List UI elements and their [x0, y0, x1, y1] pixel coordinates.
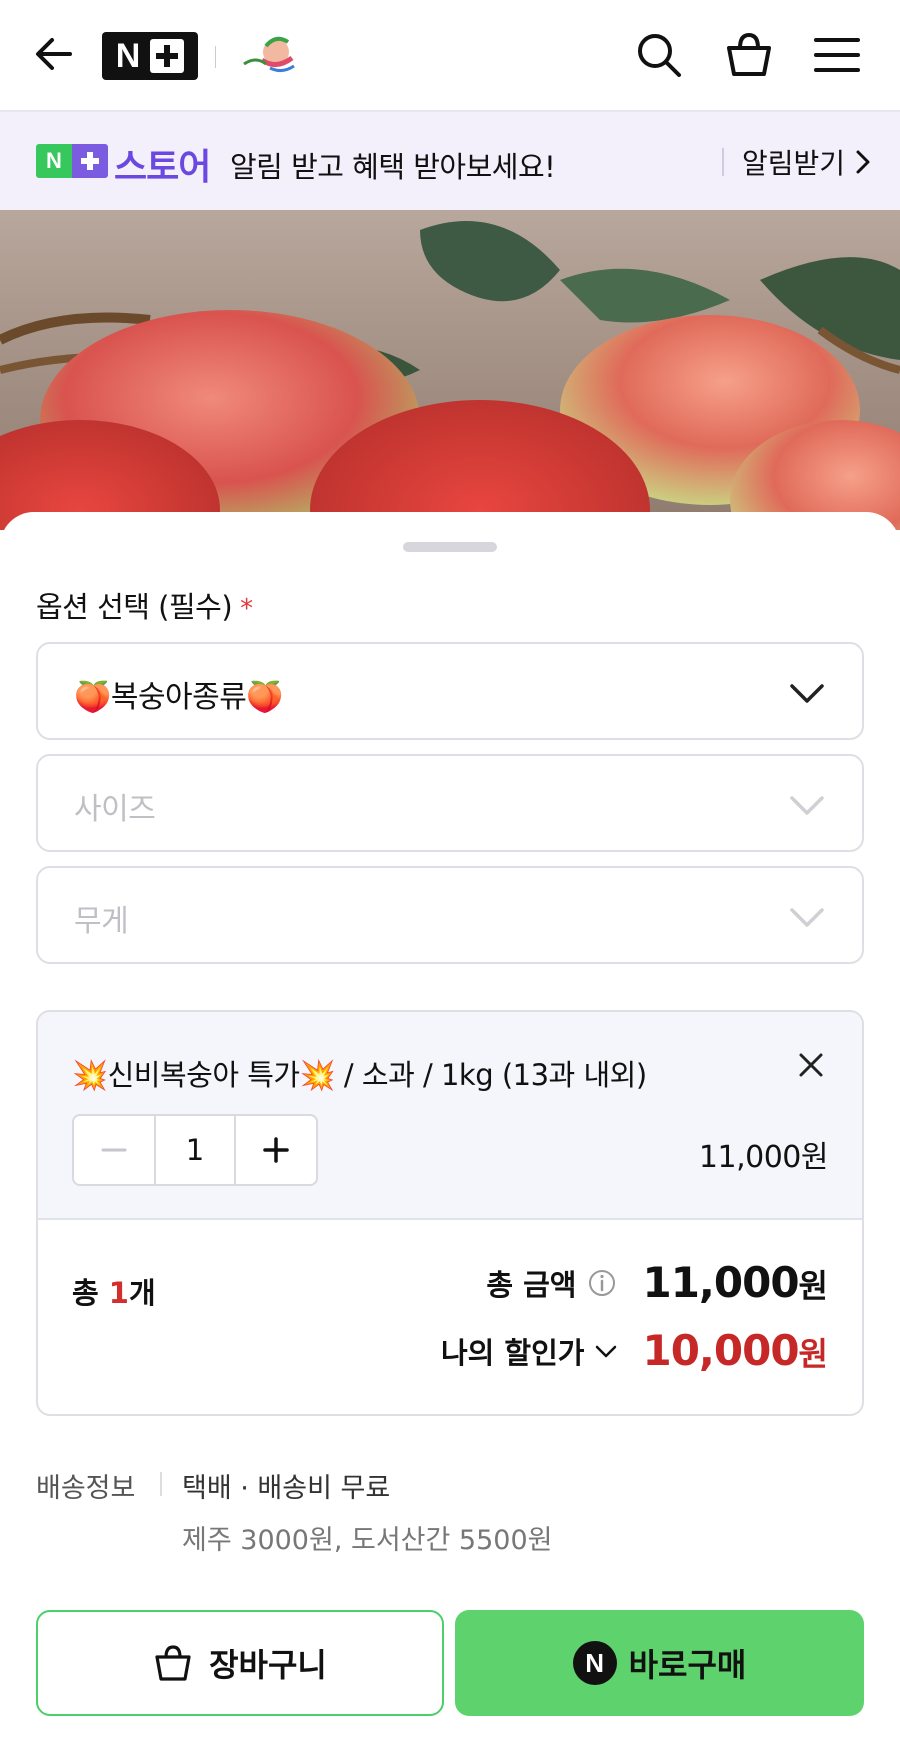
store-logo-icon[interactable]	[236, 34, 302, 78]
subscribe-alert-button[interactable]: 알림받기	[742, 142, 871, 182]
info-icon[interactable]	[588, 1269, 616, 1297]
selected-item-price: 11,000원	[698, 1140, 829, 1175]
required-mark: *	[240, 594, 253, 624]
menu-icon[interactable]	[812, 30, 862, 80]
notice-divider	[722, 148, 724, 176]
shipping-extra-fee: 제주 3000원, 도서산간 5500원	[182, 1525, 553, 1556]
selected-item-name: 💥신비복숭아 특가💥 / 소과 / 1kg (13과 내외)	[72, 1058, 647, 1092]
plus-icon	[263, 1137, 289, 1163]
chevron-down-icon	[790, 684, 824, 703]
add-to-cart-button[interactable]: 장바구니	[36, 1610, 444, 1716]
discount-price-toggle[interactable]: 나의 할인가 10,000원	[441, 1326, 828, 1375]
total-count-number: 1	[108, 1276, 129, 1310]
total-count-prefix: 총	[72, 1276, 109, 1310]
chevron-right-icon	[856, 150, 870, 174]
select-weight-placeholder: 무게	[74, 904, 129, 939]
shipping-divider	[160, 1472, 162, 1496]
quantity-value[interactable]: 1	[154, 1116, 236, 1184]
discount-price-label: 나의 할인가	[440, 1335, 585, 1370]
notice-message: 알림 받고 혜택 받아보세요!	[230, 150, 556, 184]
add-to-cart-label: 장바구니	[209, 1646, 327, 1684]
close-icon[interactable]	[794, 1048, 828, 1082]
total-count: 총 1개	[72, 1270, 156, 1312]
discount-price-value: 10,000	[642, 1326, 799, 1375]
back-arrow-icon[interactable]	[30, 30, 78, 78]
quantity-stepper: 1	[72, 1114, 318, 1186]
search-icon[interactable]	[634, 30, 684, 80]
store-label: 스토어	[114, 147, 211, 188]
shopping-bag-icon[interactable]	[724, 30, 774, 80]
chevron-down-icon	[596, 1345, 617, 1357]
option-title-text: 옵션 선택 (필수)	[36, 590, 233, 624]
subscribe-alert-label: 알림받기	[742, 147, 846, 180]
peach-image	[0, 210, 900, 530]
sheet-drag-handle[interactable]	[403, 542, 497, 552]
increase-quantity-button[interactable]	[236, 1116, 316, 1184]
notification-banner: N 스토어 알림 받고 혜택 받아보세요! 알림받기	[0, 112, 900, 210]
minus-icon	[101, 1148, 127, 1152]
select-peach-type-value: 🍑복숭아종류🍑	[74, 680, 284, 715]
discount-price-unit: 원	[798, 1335, 828, 1373]
chevron-down-icon	[790, 796, 824, 815]
logo-divider	[215, 46, 216, 68]
buy-now-label: 바로구매	[628, 1646, 747, 1684]
select-weight[interactable]: 무게	[36, 866, 864, 964]
total-amount-row: 총 금액 11,000원	[486, 1258, 828, 1307]
select-size-placeholder: 사이즈	[74, 792, 156, 827]
option-bottom-sheet: 옵션 선택 (필수) * 🍑복숭아종류🍑 사이즈 무게 💥신비복숭아 특가💥 / …	[0, 512, 900, 1741]
shipping-method: 택배 · 배송비 무료	[182, 1473, 391, 1504]
total-count-suffix: 개	[128, 1276, 156, 1310]
naver-plus-logo[interactable]: N	[102, 32, 198, 80]
selected-item-card: 💥신비복숭아 특가💥 / 소과 / 1kg (13과 내외) 1 11,000원…	[36, 1010, 864, 1416]
decrease-quantity-button[interactable]	[74, 1116, 154, 1184]
total-amount-value: 11,000	[642, 1258, 799, 1307]
shipping-info-label: 배송정보	[36, 1473, 136, 1504]
select-peach-type[interactable]: 🍑복숭아종류🍑	[36, 642, 864, 740]
select-size[interactable]: 사이즈	[36, 754, 864, 852]
total-amount-unit: 원	[798, 1267, 828, 1305]
shopping-bag-icon	[155, 1645, 191, 1681]
plus-icon	[72, 144, 108, 178]
option-section-title: 옵션 선택 (필수) *	[36, 584, 253, 626]
product-photo	[0, 210, 900, 530]
total-amount-label: 총 금액	[486, 1267, 577, 1302]
brand-letter: N	[115, 36, 141, 75]
top-header: N	[0, 0, 900, 112]
naver-pay-badge: N	[572, 1641, 617, 1685]
buy-now-button[interactable]: N 바로구매	[455, 1610, 864, 1716]
plus-icon	[150, 39, 185, 73]
badge-letter: N	[36, 144, 72, 178]
naver-plus-store-badge: N	[36, 144, 108, 178]
chevron-down-icon	[790, 908, 824, 927]
selected-item-row: 💥신비복숭아 특가💥 / 소과 / 1kg (13과 내외) 1 11,000원	[38, 1012, 862, 1220]
